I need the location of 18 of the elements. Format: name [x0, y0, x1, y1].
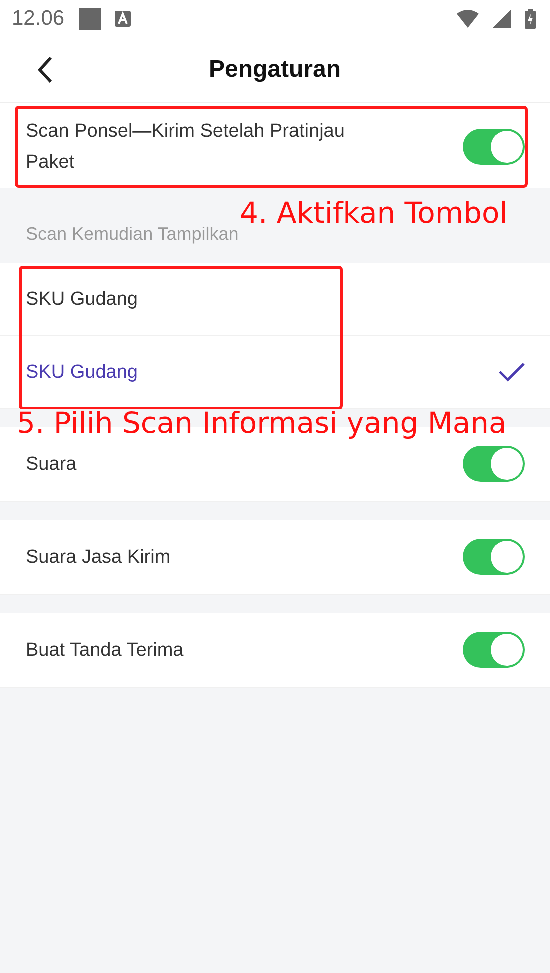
toggle-switch[interactable]: [463, 446, 525, 482]
setting-label: Scan Ponsel—Kirim Setelah Pratinjau Paket: [26, 120, 346, 175]
page-title: Pengaturan: [208, 56, 342, 84]
toggle-switch[interactable]: [463, 539, 525, 575]
chevron-left-icon: [37, 56, 53, 84]
annotation-text: 5. Pilih Scan Informasi yang Mana: [17, 406, 507, 440]
battery-icon: [525, 9, 536, 29]
toggle-switch[interactable]: [463, 129, 525, 165]
status-time: 12.06: [12, 7, 65, 31]
setting-label: Suara: [26, 452, 78, 476]
setting-label: Buat Tanda Terima: [26, 638, 185, 662]
section-heading: Scan Kemudian Tampilkan: [26, 224, 239, 245]
toggle-switch[interactable]: [463, 632, 525, 668]
setting-label: Suara Jasa Kirim: [26, 546, 172, 570]
wifi-icon: [457, 10, 479, 28]
signal-icon: [493, 10, 511, 28]
annotation-text: 4. Aktifkan Tombol: [240, 196, 508, 230]
checkmark-icon: [499, 362, 525, 382]
